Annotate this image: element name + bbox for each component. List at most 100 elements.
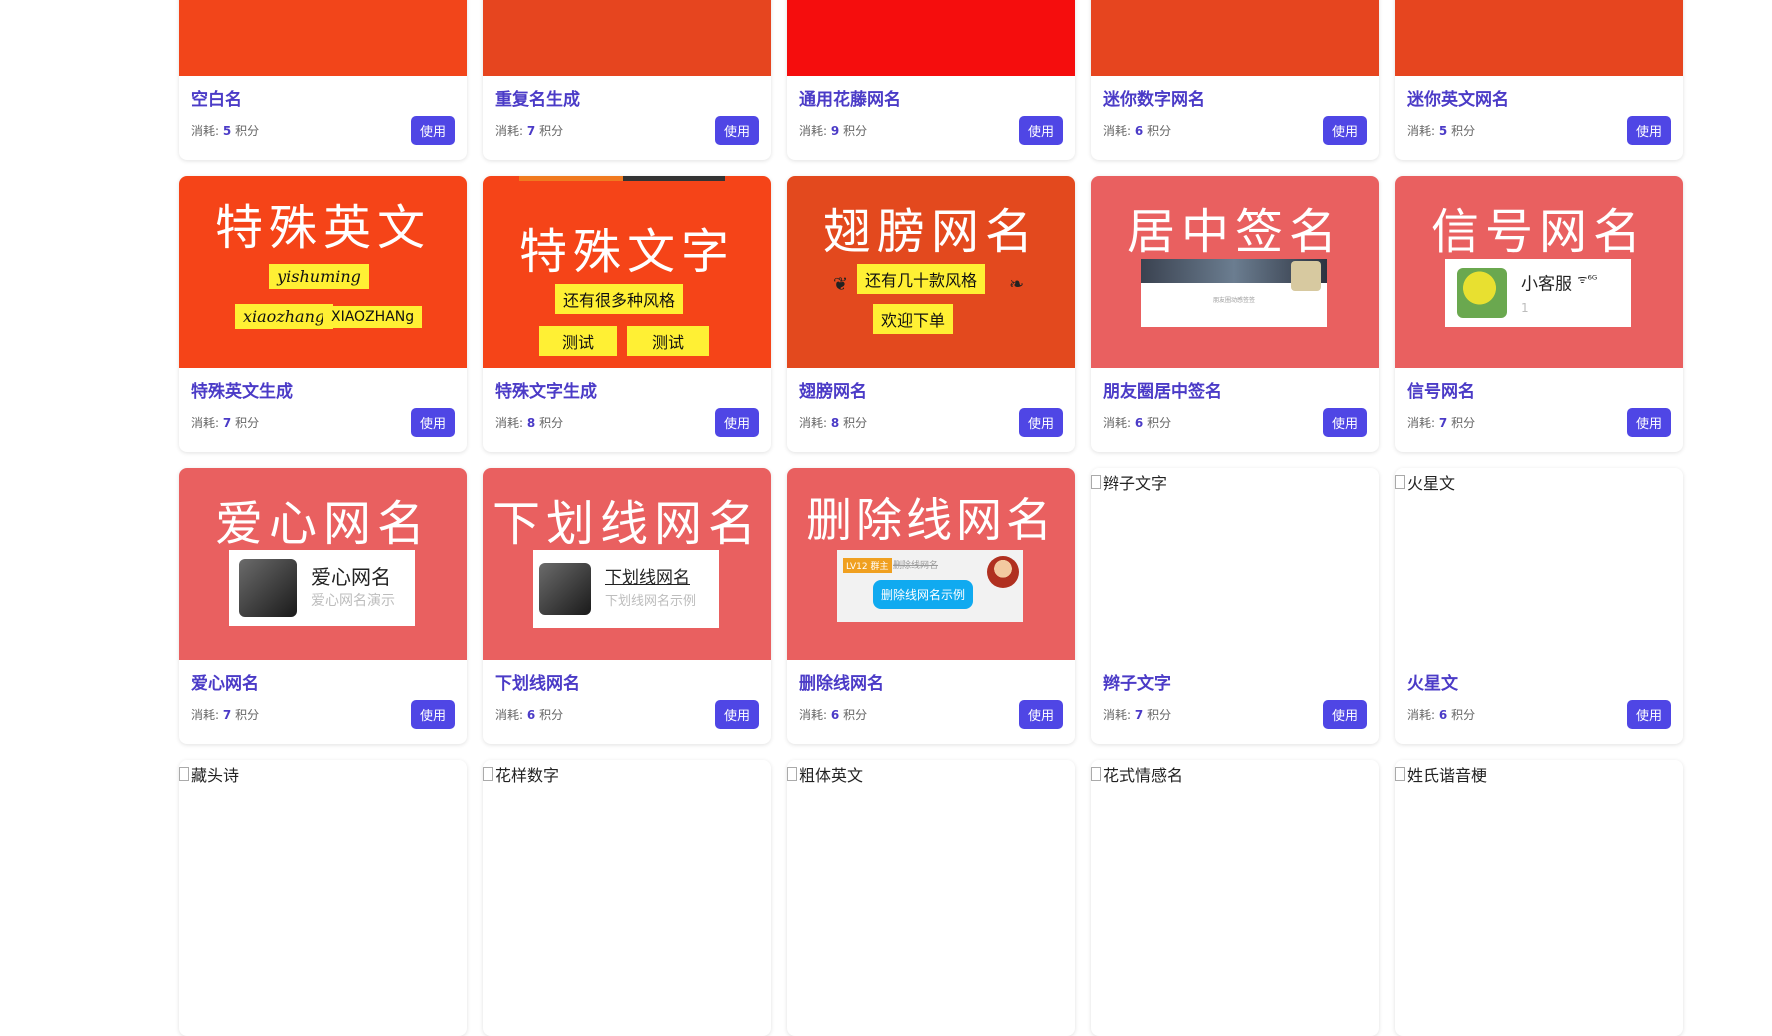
avatar — [1291, 261, 1321, 291]
card-cost: 消耗: 7 积分 — [191, 708, 260, 722]
avatar — [239, 559, 297, 617]
feature-card[interactable]: 通用花藤网名 消耗: 9 积分 使用 — [787, 0, 1075, 160]
broken-image-icon — [483, 767, 493, 781]
broken-image: 辫子文字 — [1091, 468, 1167, 494]
sample-sticker: xiaozhang — [235, 304, 334, 329]
card-title: 迷你数字网名 — [1103, 90, 1205, 110]
feature-card[interactable]: 火星文 火星文 消耗: 6 积分 使用 — [1395, 468, 1683, 744]
feature-card[interactable]: 姓氏谐音梗 — [1395, 760, 1683, 1036]
wing-icon: ❧ — [1009, 274, 1025, 295]
use-button[interactable]: 使用 — [714, 700, 759, 729]
feature-card[interactable]: 辫子文字 辫子文字 消耗: 7 积分 使用 — [1091, 468, 1379, 744]
broken-image-icon — [1091, 475, 1101, 489]
card-title: 辫子文字 — [1103, 674, 1171, 694]
card-cost: 消耗: 5 积分 — [191, 124, 260, 138]
feature-card[interactable]: 空白名 消耗: 5 积分 使用 — [179, 0, 467, 160]
preview-panel: 朋友圈动感签签 — [1141, 259, 1327, 327]
broken-image: 粗体英文 — [787, 760, 863, 786]
card-thumbnail: 姓氏谐音梗 — [1395, 760, 1683, 952]
broken-image: 花样数字 — [483, 760, 559, 786]
broken-image-icon — [179, 767, 189, 781]
card-cost: 消耗: 8 积分 — [799, 416, 868, 430]
use-button[interactable]: 使用 — [1322, 116, 1367, 145]
use-button[interactable]: 使用 — [1626, 116, 1671, 145]
feature-card[interactable]: 重复名生成 消耗: 7 积分 使用 — [483, 0, 771, 160]
feature-card[interactable]: 粗体英文 — [787, 760, 1075, 1036]
level-badge: LV12 群主 — [843, 558, 892, 573]
use-button[interactable]: 使用 — [1626, 700, 1671, 729]
feature-card[interactable]: 迷你数字网名 消耗: 6 积分 使用 — [1091, 0, 1379, 160]
broken-image-icon — [1395, 767, 1405, 781]
card-cost: 消耗: 5 积分 — [1407, 124, 1476, 138]
card-cost: 消耗: 7 积分 — [495, 124, 564, 138]
card-thumbnail: 特殊英文 yishuming xiaozhang XIAOZHANg — [179, 176, 467, 368]
feature-card-grid: 空白名 消耗: 5 积分 使用 重复名生成 消耗: 7 积分 使用 通用花藤网名… — [179, 0, 1683, 1036]
card-thumbnail — [483, 0, 771, 76]
sample-sticker: 测试 — [539, 326, 617, 356]
sample-sticker: 测试 — [627, 326, 709, 356]
feature-card[interactable]: 翅膀网名 还有几十款风格 欢迎下单 ❦ ❧ 翅膀网名 消耗: 8 积分 使用 — [787, 176, 1075, 452]
thumb-title: 特殊文字 — [518, 224, 735, 280]
card-thumbnail — [1091, 0, 1379, 76]
card-thumbnail — [787, 0, 1075, 76]
use-button[interactable]: 使用 — [1626, 408, 1671, 437]
use-button[interactable]: 使用 — [410, 116, 455, 145]
card-cost: 消耗: 7 积分 — [1103, 708, 1172, 722]
panel-nickname: 爱心网名 — [311, 565, 391, 589]
use-button[interactable]: 使用 — [1018, 408, 1063, 437]
card-title: 通用花藤网名 — [799, 90, 901, 110]
wing-icon: ❦ — [833, 274, 849, 295]
sample-sticker: 还有几十款风格 — [857, 264, 986, 294]
use-button[interactable]: 使用 — [714, 408, 759, 437]
card-cost: 消耗: 6 积分 — [799, 708, 868, 722]
card-title: 特殊英文生成 — [191, 382, 293, 402]
card-title: 删除线网名 — [799, 674, 884, 694]
card-title: 特殊文字生成 — [495, 382, 597, 402]
thumb-title: 居中签名 — [1126, 204, 1343, 260]
feature-card[interactable]: 信号网名 小客服 ᯤ⁶ᴳ 1 信号网名 消耗: 7 积分 使用 — [1395, 176, 1683, 452]
feature-card[interactable]: 迷你英文网名 消耗: 5 积分 使用 — [1395, 0, 1683, 160]
feature-card[interactable]: 特殊英文 yishuming xiaozhang XIAOZHANg 特殊英文生… — [179, 176, 467, 452]
use-button[interactable]: 使用 — [410, 408, 455, 437]
card-cost: 消耗: 6 积分 — [495, 708, 564, 722]
card-title: 翅膀网名 — [799, 382, 867, 402]
use-button[interactable]: 使用 — [410, 700, 455, 729]
sample-sticker: 欢迎下单 — [873, 304, 954, 334]
avatar — [539, 563, 591, 615]
card-title: 信号网名 — [1407, 382, 1475, 402]
feature-card[interactable]: 花式情感名 — [1091, 760, 1379, 1036]
sample-sticker: yishuming — [269, 264, 369, 289]
preview-panel: 下划线网名 下划线网名示例 — [533, 550, 719, 628]
use-button[interactable]: 使用 — [1322, 700, 1367, 729]
card-thumbnail: 特殊文字 还有很多种风格 测试 测试 — [483, 176, 771, 368]
feature-card[interactable]: 特殊文字 还有很多种风格 测试 测试 特殊文字生成 消耗: 8 积分 使用 — [483, 176, 771, 452]
preview-panel: LV12 群主 删除线网名 删除线网名示例 — [837, 550, 1023, 622]
feature-card[interactable]: 爱心网名 爱心网名 爱心网名演示 爱心网名 消耗: 7 积分 使用 — [179, 468, 467, 744]
panel-sub: 下划线网名示例 — [605, 594, 697, 609]
card-thumbnail: 花式情感名 — [1091, 760, 1379, 952]
card-thumbnail: 藏头诗 — [179, 760, 467, 952]
card-cost: 消耗: 6 积分 — [1407, 708, 1476, 722]
avatar — [987, 556, 1019, 588]
broken-image: 火星文 — [1395, 468, 1455, 494]
use-button[interactable]: 使用 — [1018, 700, 1063, 729]
panel-sub: 1 — [1521, 301, 1529, 316]
feature-card[interactable]: 藏头诗 — [179, 760, 467, 1036]
feature-card[interactable]: 下划线网名 下划线网名 下划线网名示例 下划线网名 消耗: 6 积分 使用 — [483, 468, 771, 744]
thumb-title: 下划线网名 — [491, 496, 762, 552]
broken-image-icon — [1091, 767, 1101, 781]
feature-card[interactable]: 居中签名 朋友圈动感签签 朋友圈居中签名 消耗: 6 积分 使用 — [1091, 176, 1379, 452]
feature-card[interactable]: 删除线网名 LV12 群主 删除线网名 删除线网名示例 删除线网名 消耗: 6 … — [787, 468, 1075, 744]
card-cost: 消耗: 9 积分 — [799, 124, 868, 138]
panel-caption: 朋友圈动感签签 — [1212, 297, 1255, 304]
broken-image-icon — [1395, 475, 1405, 489]
use-button[interactable]: 使用 — [1018, 116, 1063, 145]
chat-bubble: 删除线网名示例 — [873, 580, 974, 609]
sample-sticker: XIAOZHANg — [323, 306, 423, 328]
panel-nickname: 下划线网名 — [605, 568, 690, 588]
use-button[interactable]: 使用 — [714, 116, 759, 145]
card-cost: 消耗: 7 积分 — [1407, 416, 1476, 430]
use-button[interactable]: 使用 — [1322, 408, 1367, 437]
feature-card[interactable]: 花样数字 — [483, 760, 771, 1036]
card-thumbnail: 下划线网名 下划线网名 下划线网名示例 — [483, 468, 771, 660]
